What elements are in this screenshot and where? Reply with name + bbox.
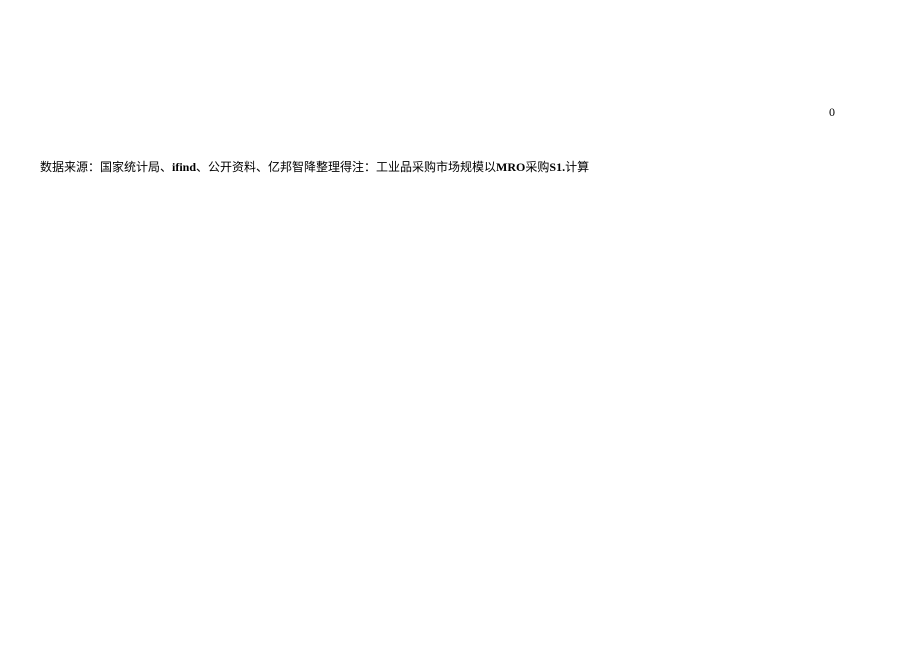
marker-digit: 0 <box>829 105 835 120</box>
source-middle1: 、公开资料、亿邦智降整理得注：工业品采购市场规模以 <box>196 160 496 174</box>
source-suffix: 计算 <box>565 160 589 174</box>
source-prefix: 数据来源：国家统计局、 <box>40 160 172 174</box>
source-mro: MRO <box>496 160 525 174</box>
source-middle2: 采购 <box>525 160 549 174</box>
source-ifind: ifind <box>172 160 196 174</box>
source-attribution: 数据来源：国家统计局、ifind、公开资料、亿邦智降整理得注：工业品采购市场规模… <box>40 158 589 176</box>
source-s1: S1. <box>549 160 565 174</box>
